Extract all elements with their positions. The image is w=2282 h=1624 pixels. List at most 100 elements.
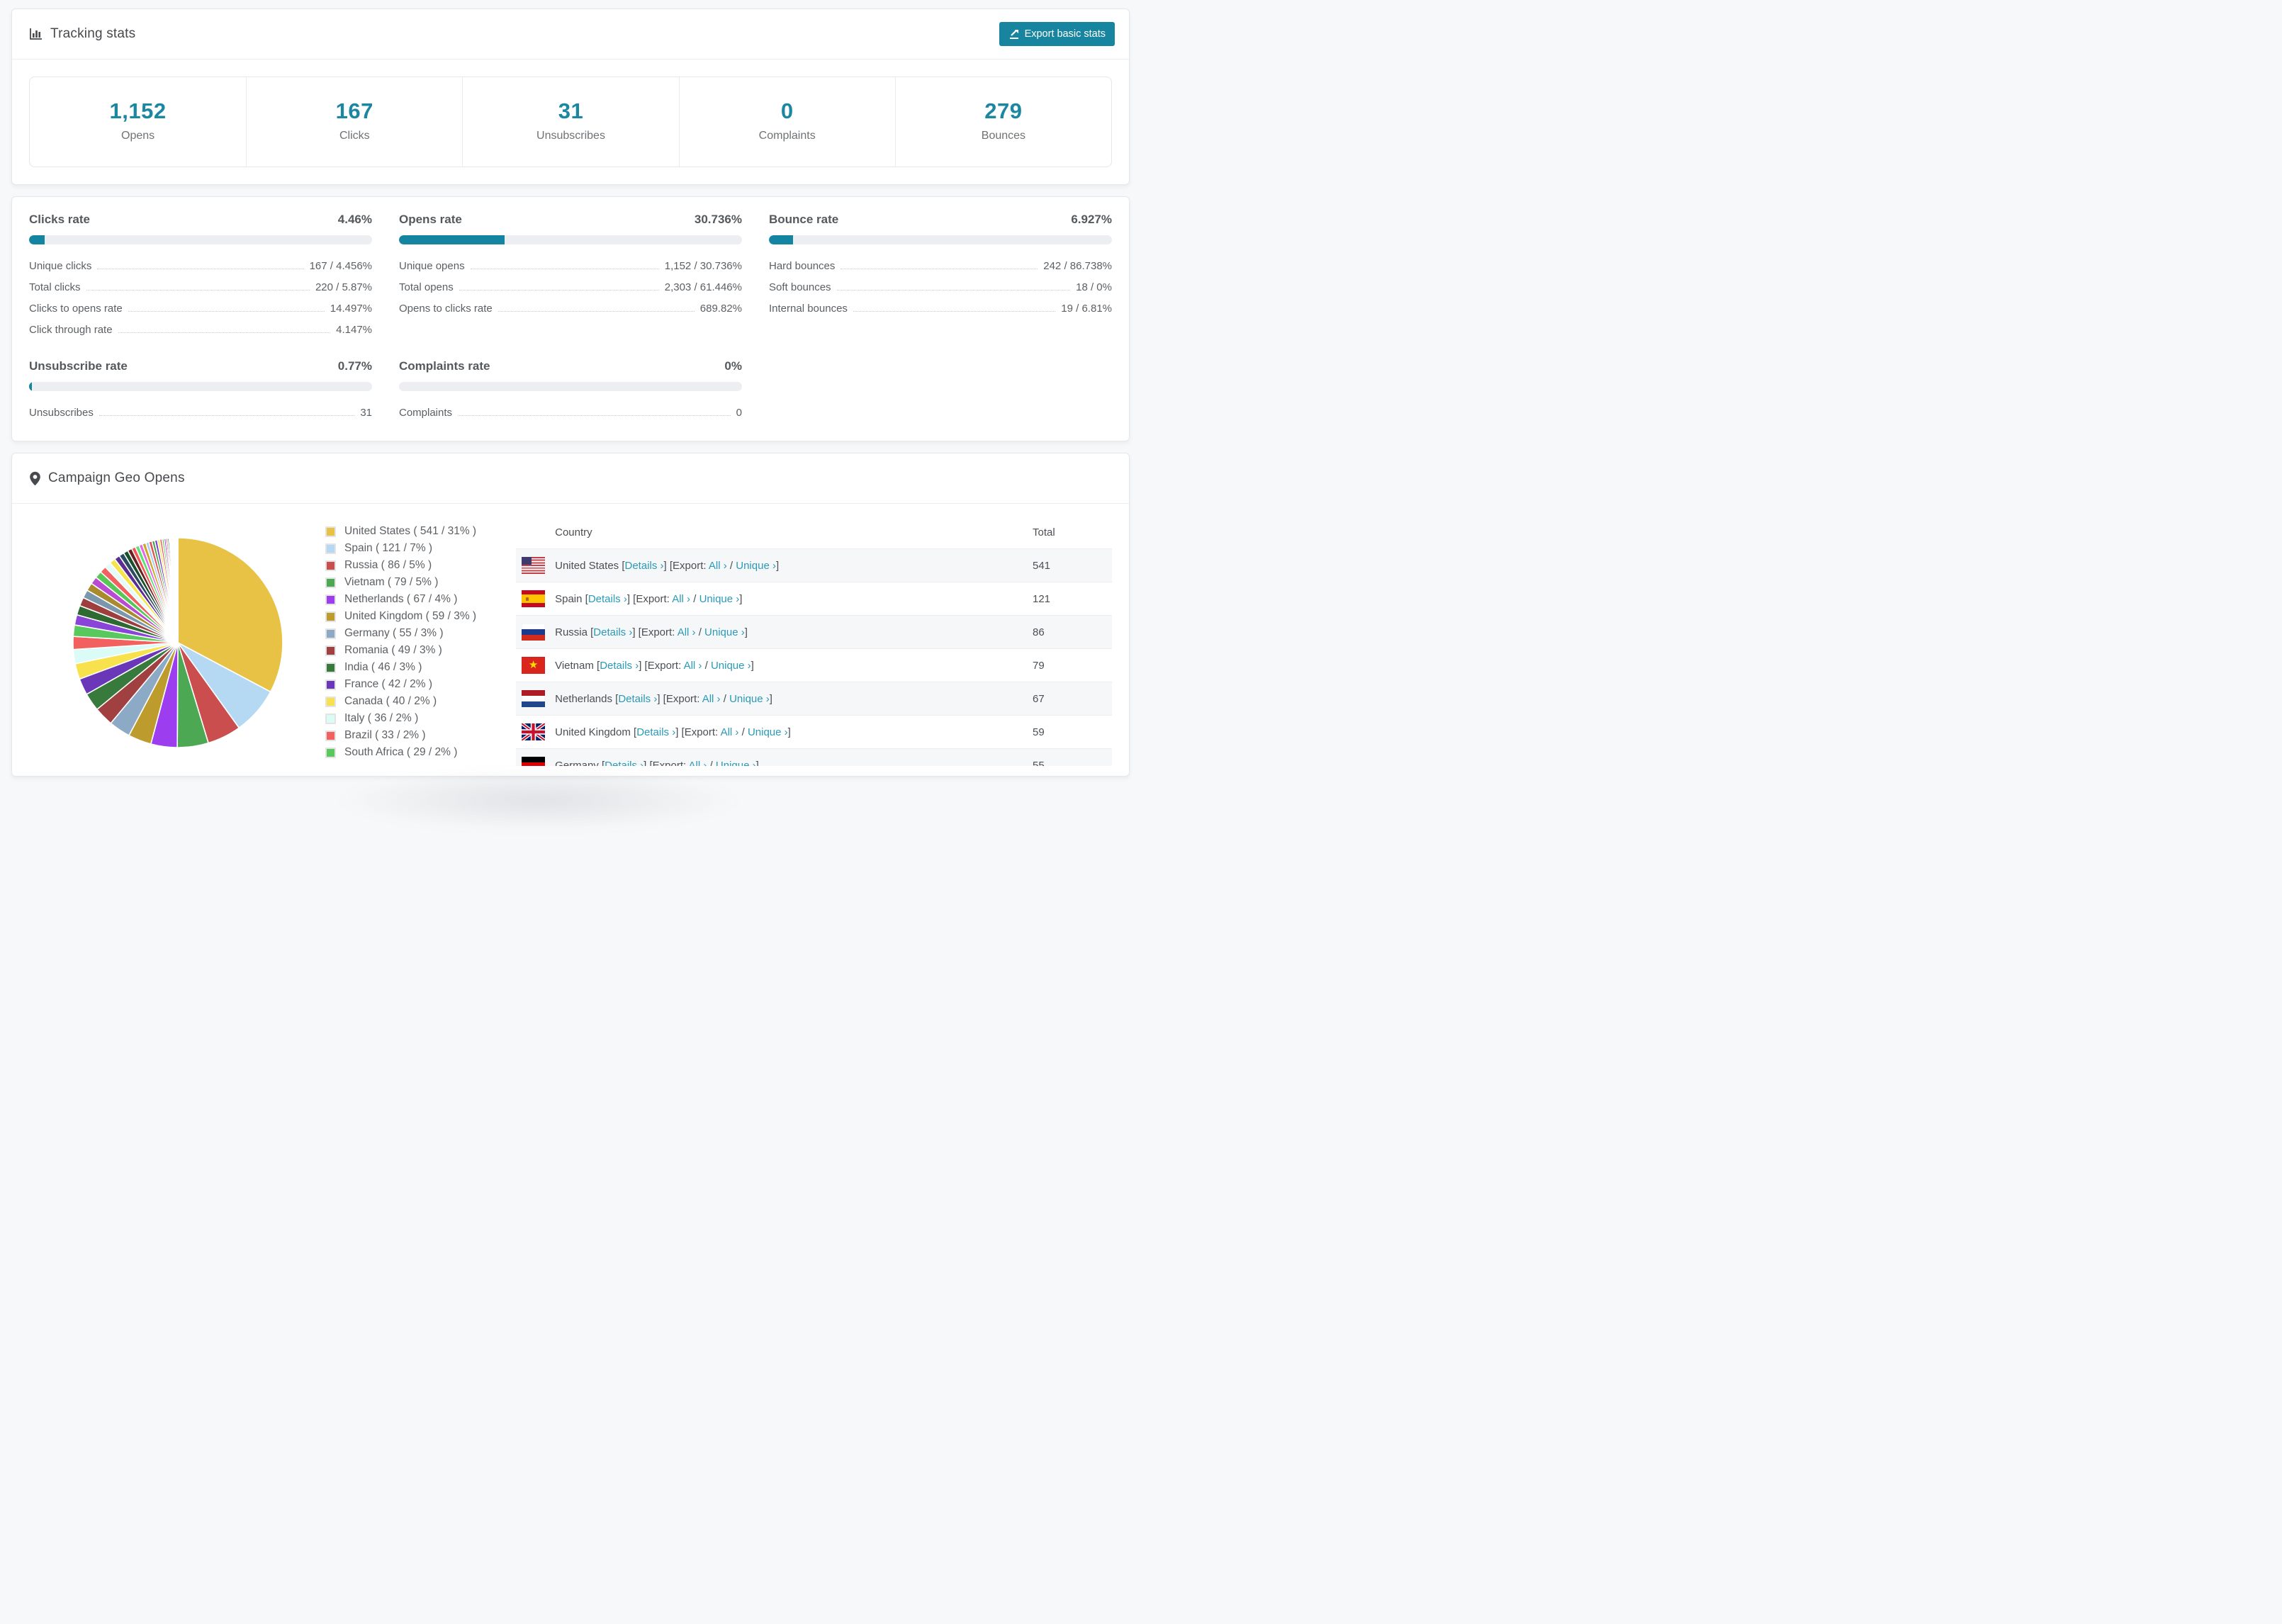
legend-swatch: [325, 645, 336, 656]
geo-export-unique-link[interactable]: Unique ›: [748, 726, 788, 738]
legend-item-netherlands[interactable]: Netherlands ( 67 / 4% ): [325, 593, 476, 606]
geo-table-header-row: Country Total: [516, 517, 1112, 549]
rate-detail-value: 1,152 / 30.736%: [664, 260, 742, 272]
geo-table-row-nl: Netherlands [Details ›] [Export: All › /…: [516, 682, 1112, 716]
rate-detail-label: Clicks to opens rate: [29, 303, 123, 315]
rate-detail-label: Unsubscribes: [29, 407, 94, 419]
geo-link-separator: /: [726, 559, 736, 572]
rate-detail-value: 167 / 4.456%: [309, 260, 372, 272]
legend-swatch: [325, 543, 336, 554]
legend-swatch: [325, 526, 336, 537]
stat-value: 31: [558, 98, 584, 123]
rate-detail-label: Unique clicks: [29, 260, 92, 272]
geo-export-all-link[interactable]: All ›: [689, 760, 707, 766]
rate-title: Complaints rate: [399, 359, 490, 373]
geo-details-link[interactable]: Details ›: [618, 693, 657, 705]
geo-country-text: Germany [Details ›] [Export: All › / Uni…: [555, 760, 759, 766]
rate-detail-row: Unique opens 1,152 / 30.736%: [399, 256, 742, 277]
geo-bracket-close: ]: [751, 659, 754, 672]
rate-detail-row: Unsubscribes 31: [29, 402, 372, 424]
export-basic-stats-button[interactable]: Export basic stats: [999, 22, 1115, 46]
geo-opens-label: Campaign Geo Opens: [48, 470, 185, 485]
geo-export-prefix: ] [Export:: [626, 592, 673, 605]
rate-detail-value: 14.497%: [330, 303, 372, 315]
geo-export-all-link[interactable]: All ›: [721, 726, 739, 738]
geo-details-link[interactable]: Details ›: [593, 626, 632, 638]
geo-details-link[interactable]: Details ›: [600, 660, 639, 672]
rate-progress-fill: [29, 382, 33, 391]
legend-swatch: [325, 628, 336, 639]
geo-details-link[interactable]: Details ›: [605, 760, 643, 766]
rate-progress-fill: [769, 235, 793, 244]
geo-export-all-link[interactable]: All ›: [684, 660, 702, 672]
geo-export-prefix: ] [Export:: [657, 692, 702, 705]
rate-detail-value: 18 / 0%: [1076, 281, 1112, 293]
rate-detail-value: 31: [360, 407, 372, 419]
legend-item-united-states[interactable]: United States ( 541 / 31% ): [325, 525, 476, 538]
geo-total-value: 541: [1032, 559, 1051, 572]
legend-swatch: [325, 679, 336, 690]
legend-item-spain[interactable]: Spain ( 121 / 7% ): [325, 542, 476, 555]
legend-item-romania[interactable]: Romania ( 49 / 3% ): [325, 644, 476, 657]
geo-export-unique-link[interactable]: Unique ›: [699, 593, 740, 605]
rate-detail-label: Opens to clicks rate: [399, 303, 493, 315]
geo-link-separator: /: [702, 659, 711, 672]
rate-section-complaints-rate: Complaints rate 0% Complaints 0: [399, 359, 742, 424]
flag-gb-icon: [522, 723, 546, 740]
dotted-leader: [118, 332, 331, 333]
legend-label: Brazil ( 33 / 2% ): [344, 729, 426, 741]
geo-opens-title: Campaign Geo Opens: [29, 470, 185, 486]
rates-grid: Clicks rate 4.46% Unique clicks 167 / 4.456…: [29, 213, 1112, 424]
rate-detail-row: Total clicks 220 / 5.87%: [29, 277, 372, 298]
legend-item-germany[interactable]: Germany ( 55 / 3% ): [325, 627, 476, 640]
rate-detail-value: 242 / 86.738%: [1043, 260, 1112, 272]
geo-country-name: Russia [: [555, 626, 594, 638]
geo-export-all-link[interactable]: All ›: [678, 626, 696, 638]
geo-export-all-link[interactable]: All ›: [672, 593, 690, 605]
geo-table: Country Total United States [Details ›] …: [516, 517, 1112, 766]
geo-export-unique-link[interactable]: Unique ›: [704, 626, 745, 638]
legend-label: South Africa ( 29 / 2% ): [344, 746, 458, 758]
legend-item-russia[interactable]: Russia ( 86 / 5% ): [325, 559, 476, 572]
rate-detail-value: 0: [736, 407, 742, 419]
tracking-stats-title: Tracking stats: [29, 26, 135, 42]
legend-swatch: [325, 713, 336, 724]
geo-export-unique-link[interactable]: Unique ›: [729, 693, 770, 705]
rate-detail-label: Total clicks: [29, 281, 81, 293]
pie-svg: [72, 537, 283, 748]
geo-col-total: Total: [1032, 526, 1055, 538]
geo-export-unique-link[interactable]: Unique ›: [711, 660, 751, 672]
rate-value: 30.736%: [694, 213, 742, 226]
flag-nl-icon: [522, 690, 546, 707]
legend-item-brazil[interactable]: Brazil ( 33 / 2% ): [325, 729, 476, 742]
pie-legend: United States ( 541 / 31% ) Spain ( 121 /…: [325, 525, 476, 763]
geo-export-all-link[interactable]: All ›: [709, 560, 727, 572]
legend-item-france[interactable]: France ( 42 / 2% ): [325, 678, 476, 691]
legend-item-vietnam[interactable]: Vietnam ( 79 / 5% ): [325, 576, 476, 589]
bar-chart-icon: [30, 28, 42, 40]
legend-item-united-kingdom[interactable]: United Kingdom ( 59 / 3% ): [325, 610, 476, 623]
stat-label: Bounces: [981, 130, 1026, 142]
legend-item-south-africa[interactable]: South Africa ( 29 / 2% ): [325, 746, 476, 759]
summary-stats-wrap: 1,152 Opens 167 Clicks 31 Unsubscribes 0 Compla…: [12, 60, 1129, 184]
geo-details-link[interactable]: Details ›: [636, 726, 675, 738]
geo-details-link[interactable]: Details ›: [588, 593, 627, 605]
dashboard-page: Tracking stats Export basic stats 1,152 O…: [0, 0, 1141, 777]
rate-detail-value: 2,303 / 61.446%: [664, 281, 742, 293]
rate-section-bounce-rate: Bounce rate 6.927% Hard bounces 242 / 86.73…: [769, 213, 1112, 341]
legend-item-india[interactable]: India ( 46 / 3% ): [325, 661, 476, 674]
legend-item-canada[interactable]: Canada ( 40 / 2% ): [325, 695, 476, 708]
geo-country-text: United States [Details ›] [Export: All ›…: [555, 560, 779, 572]
rate-detail-label: Total opens: [399, 281, 454, 293]
tracking-stats-card: Tracking stats Export basic stats 1,152 O…: [11, 9, 1130, 185]
flag-vn-icon: [522, 657, 546, 674]
legend-item-italy[interactable]: Italy ( 36 / 2% ): [325, 712, 476, 725]
pie-slice-other-53[interactable]: [176, 537, 179, 643]
rate-progress-track: [29, 382, 372, 391]
geo-details-link[interactable]: Details ›: [625, 560, 664, 572]
geo-opens-card: Campaign Geo Opens United States ( 541 /…: [11, 453, 1130, 777]
geo-export-unique-link[interactable]: Unique ›: [736, 560, 776, 572]
geo-export-unique-link[interactable]: Unique ›: [716, 760, 756, 766]
geo-export-all-link[interactable]: All ›: [702, 693, 721, 705]
dotted-leader: [853, 311, 1056, 312]
